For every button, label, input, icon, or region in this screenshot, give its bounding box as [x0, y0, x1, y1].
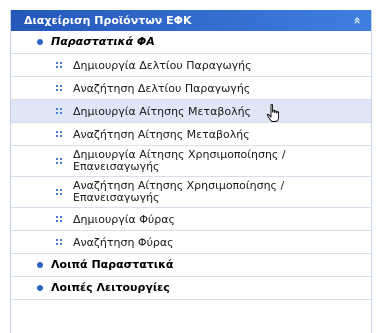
- four-dots-icon: [56, 239, 62, 245]
- collapse-icon[interactable]: «: [347, 17, 368, 25]
- menu-item-label: Δημιουργία Φύρας: [73, 212, 175, 226]
- four-dots-icon: [56, 108, 62, 114]
- four-dots-icon: [56, 189, 62, 195]
- menu-item-create-wastage[interactable]: Δημιουργία Φύρας: [11, 208, 371, 231]
- four-dots-icon: [56, 216, 62, 222]
- menu-item-label: Δημιουργία Αίτησης Χρησιμοποίησης / Επαν…: [73, 148, 286, 173]
- menu-item-create-change-request[interactable]: Δημιουργία Αίτησης Μεταβολής: [11, 100, 371, 123]
- panel-header[interactable]: Διαχείριση Προϊόντων ΕΦΚ «: [11, 10, 371, 31]
- four-dots-icon: [56, 85, 62, 91]
- four-dots-icon: [56, 131, 62, 137]
- dot-bullet-icon: [37, 285, 43, 291]
- section-label: Λοιπά Παραστατικά: [51, 258, 174, 271]
- menu-panel: Διαχείριση Προϊόντων ΕΦΚ « Παραστατικά Φ…: [10, 10, 372, 333]
- section-other-documents[interactable]: Λοιπά Παραστατικά: [11, 254, 371, 277]
- menu-item-search-production-slip[interactable]: Αναζήτηση Δελτίου Παραγωγής: [11, 77, 371, 100]
- section-label: Παραστατικά ΦΑ: [51, 35, 155, 48]
- section-other-functions[interactable]: Λοιπές Λειτουργίες: [11, 277, 371, 300]
- menu-item-search-change-request[interactable]: Αναζήτηση Αίτησης Μεταβολής: [11, 123, 371, 146]
- panel-title: Διαχείριση Προϊόντων ΕΦΚ: [24, 14, 192, 27]
- menu-item-create-usage-reimport-request[interactable]: Δημιουργία Αίτησης Χρησιμοποίησης / Επαν…: [11, 146, 371, 177]
- menu-item-label: Δημιουργία Δελτίου Παραγωγής: [73, 58, 252, 72]
- menu-item-label: Αναζήτηση Φύρας: [73, 235, 174, 249]
- menu-item-label: Αναζήτηση Αίτησης Μεταβολής: [73, 127, 250, 141]
- four-dots-icon: [56, 62, 62, 68]
- menu-item-search-wastage[interactable]: Αναζήτηση Φύρας: [11, 231, 371, 254]
- menu-item-create-production-slip[interactable]: Δημιουργία Δελτίου Παραγωγής: [11, 54, 371, 77]
- menu-item-label: Δημιουργία Αίτησης Μεταβολής: [73, 104, 252, 118]
- dot-bullet-icon: [37, 39, 43, 45]
- menu-item-label: Αναζήτηση Αίτησης Χρησιμοποίησης / Επανε…: [73, 179, 285, 204]
- four-dots-icon: [56, 158, 62, 164]
- section-parastatika-fa[interactable]: Παραστατικά ΦΑ: [11, 31, 371, 54]
- section-label: Λοιπές Λειτουργίες: [51, 281, 170, 294]
- dot-bullet-icon: [37, 262, 43, 268]
- menu-item-search-usage-reimport-request[interactable]: Αναζήτηση Αίτησης Χρησιμοποίησης / Επανε…: [11, 177, 371, 208]
- menu-item-label: Αναζήτηση Δελτίου Παραγωγής: [73, 81, 251, 95]
